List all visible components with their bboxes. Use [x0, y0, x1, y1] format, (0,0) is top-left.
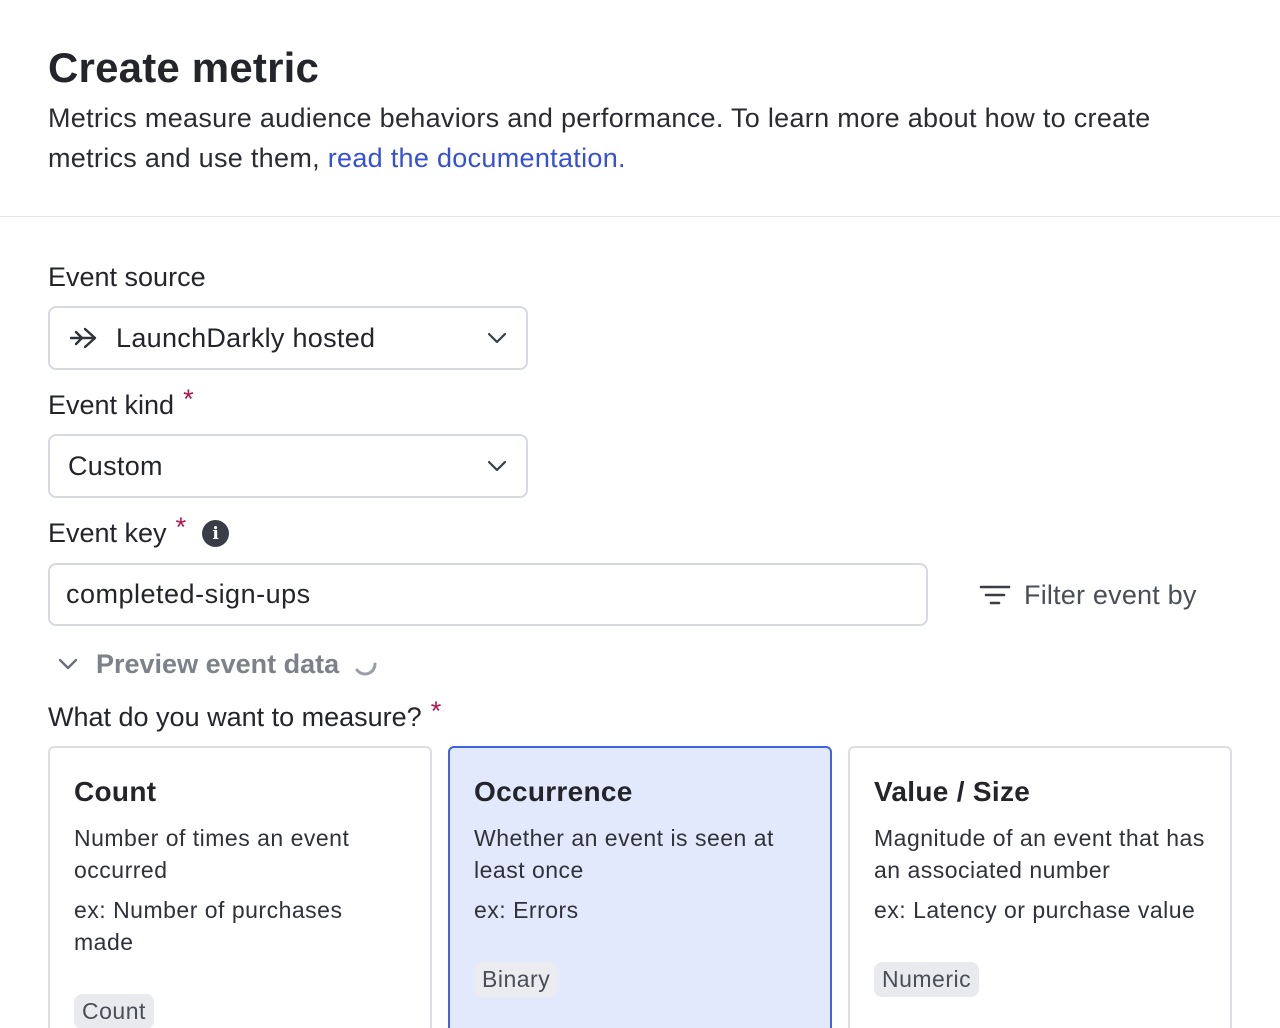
page-description: Metrics measure audience behaviors and p… — [48, 98, 1238, 178]
card-badge: Numeric — [874, 962, 980, 997]
card-badge: Count — [74, 994, 154, 1028]
event-kind-label: Event kind * — [48, 384, 194, 421]
page-title: Create metric — [48, 44, 320, 91]
event-kind-label-text: Event kind — [48, 390, 175, 420]
measure-option-occurrence[interactable]: Occurrence Whether an event is seen at l… — [448, 746, 832, 1028]
event-source-select[interactable]: LaunchDarkly hosted — [48, 306, 528, 370]
required-asterisk: * — [175, 512, 187, 542]
card-title: Count — [74, 776, 157, 807]
chevron-down-icon — [486, 455, 508, 477]
measure-option-count[interactable]: Count Number of times an event occurred … — [48, 746, 432, 1028]
required-asterisk: * — [430, 696, 442, 726]
filter-event-button[interactable]: Filter event by — [978, 570, 1197, 620]
measure-label: What do you want to measure? * — [48, 696, 441, 733]
card-title: Occurrence — [474, 776, 633, 807]
event-kind-value: Custom — [68, 450, 163, 481]
event-key-label-text: Event key — [48, 518, 167, 548]
chevron-down-icon — [56, 652, 80, 676]
event-kind-select[interactable]: Custom — [48, 434, 528, 498]
arrow-right-icon — [68, 322, 100, 354]
event-source-label-text: Event source — [48, 262, 206, 292]
event-source-label: Event source — [48, 262, 206, 293]
chevron-down-icon — [486, 327, 508, 349]
dialog-header: Create metric Metrics measure audience b… — [0, 0, 1280, 217]
measure-label-text: What do you want to measure? — [48, 702, 422, 732]
preview-event-data-toggle[interactable]: Preview event data — [56, 644, 379, 684]
card-example: ex: Number of purchases made — [74, 897, 343, 955]
event-key-label: Event key * i — [48, 512, 230, 549]
info-icon[interactable]: i — [202, 520, 230, 547]
required-asterisk: * — [183, 384, 194, 414]
documentation-link[interactable]: read the documentation. — [328, 143, 626, 173]
filter-event-label: Filter event by — [1024, 579, 1197, 610]
card-badge: Binary — [474, 962, 559, 997]
event-source-value: LaunchDarkly hosted — [116, 322, 376, 353]
card-description: Magnitude of an event that has an associ… — [874, 825, 1205, 883]
loading-spinner-icon — [351, 650, 379, 678]
filter-icon — [978, 580, 1012, 610]
preview-event-data-label: Preview event data — [96, 648, 340, 679]
event-key-input[interactable] — [48, 563, 928, 626]
card-example: ex: Errors — [474, 897, 579, 923]
card-title: Value / Size — [874, 776, 1031, 807]
card-example: ex: Latency or purchase value — [874, 897, 1196, 923]
measure-option-value-size[interactable]: Value / Size Magnitude of an event that … — [848, 746, 1232, 1028]
card-description: Whether an event is seen at least once — [474, 825, 774, 883]
card-description: Number of times an event occurred — [74, 825, 350, 883]
